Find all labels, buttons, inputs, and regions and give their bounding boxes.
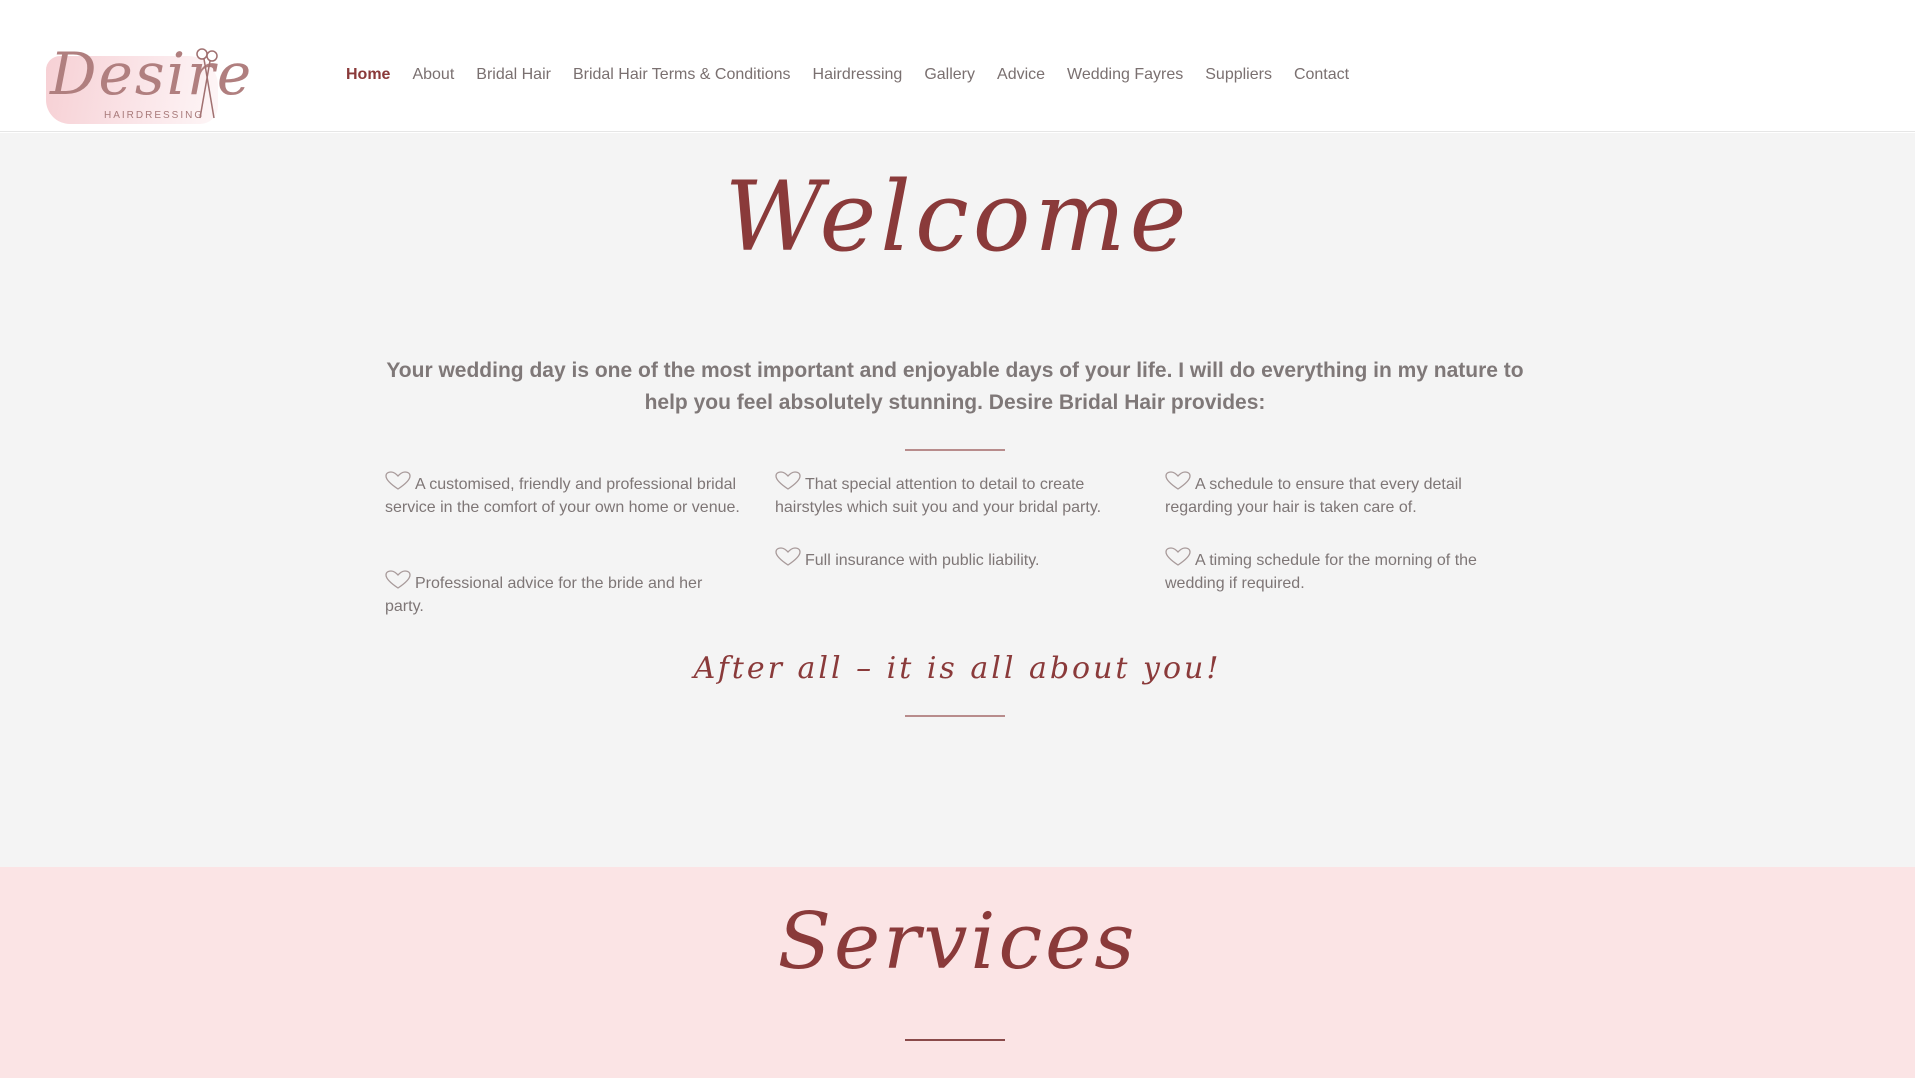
logo-subtitle: HAIRDRESSING — [104, 110, 205, 121]
feature-item: A schedule to ensure that every detail r… — [1165, 471, 1525, 519]
nav-suppliers[interactable]: Suppliers — [1205, 66, 1272, 88]
logo-script-text: Desire — [50, 40, 254, 108]
welcome-section: Welcome Your wedding day is one of the m… — [0, 133, 1915, 867]
nav-contact[interactable]: Contact — [1294, 66, 1349, 88]
feature-list: A customised, friendly and professional … — [385, 471, 1525, 641]
section-divider — [905, 1039, 1005, 1041]
feature-text: Professional advice for the bride and he… — [385, 575, 703, 615]
nav-hairdressing[interactable]: Hairdressing — [813, 66, 903, 88]
section-divider — [905, 449, 1005, 451]
feature-text: That special attention to detail to crea… — [775, 476, 1102, 516]
heart-icon — [775, 547, 801, 566]
heart-icon — [385, 471, 411, 490]
heart-icon — [1165, 471, 1191, 490]
feature-text: Full insurance with public liability. — [805, 552, 1040, 569]
site-logo[interactable]: Desire HAIRDRESSING — [36, 30, 251, 130]
services-heading: Services — [777, 897, 1138, 987]
nav-bridal-hair[interactable]: Bridal Hair — [476, 66, 551, 88]
feature-item: Full insurance with public liability. — [775, 547, 1135, 572]
nav-gallery[interactable]: Gallery — [924, 66, 975, 88]
nav-advice[interactable]: Advice — [997, 66, 1045, 88]
nav-wedding-fayres[interactable]: Wedding Fayres — [1067, 66, 1183, 88]
nav-home[interactable]: Home — [346, 66, 390, 88]
section-divider — [905, 715, 1005, 717]
welcome-intro: Your wedding day is one of the most impo… — [386, 359, 1524, 414]
feature-text: A customised, friendly and professional … — [385, 476, 740, 516]
nav-about[interactable]: About — [412, 66, 454, 88]
site-header: Desire HAIRDRESSING Home About Bridal Ha… — [0, 0, 1915, 132]
feature-item: A timing schedule for the morning of the… — [1165, 547, 1525, 595]
feature-item: That special attention to detail to crea… — [775, 471, 1135, 519]
feature-item: Professional advice for the bride and he… — [385, 570, 745, 618]
nav-bridal-hair-terms[interactable]: Bridal Hair Terms & Conditions — [573, 66, 791, 88]
services-section: Services — [0, 867, 1915, 1078]
feature-text: A schedule to ensure that every detail r… — [1165, 476, 1462, 516]
feature-item: A customised, friendly and professional … — [385, 471, 745, 519]
welcome-heading: Welcome — [724, 161, 1191, 273]
main-nav: Home About Bridal Hair Bridal Hair Terms… — [346, 66, 1371, 88]
heart-icon — [1165, 547, 1191, 566]
heart-icon — [775, 471, 801, 490]
tagline: After all – it is all about you! — [693, 651, 1222, 686]
heart-icon — [385, 570, 411, 589]
feature-text: A timing schedule for the morning of the… — [1165, 552, 1477, 592]
